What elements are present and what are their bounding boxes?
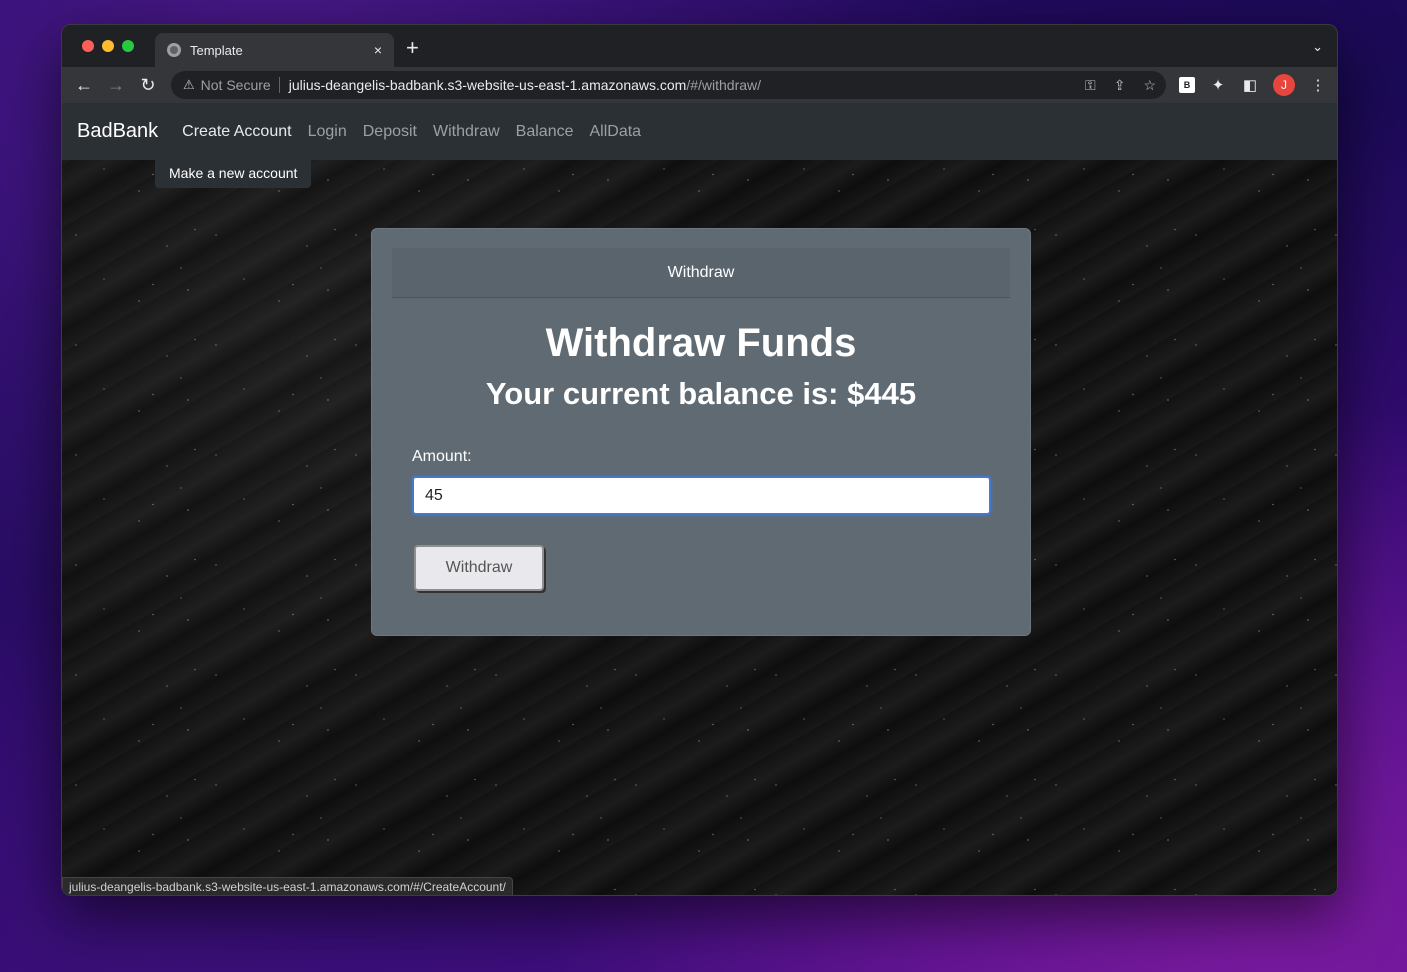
- nav-deposit[interactable]: Deposit: [363, 123, 417, 141]
- app-navbar: BadBank Create Account Login Deposit Wit…: [62, 103, 1337, 160]
- nav-withdraw[interactable]: Withdraw: [433, 123, 500, 141]
- address-bar[interactable]: ⚠ Not Secure julius-deangelis-badbank.s3…: [171, 71, 1166, 99]
- side-panel-icon[interactable]: ◧: [1241, 76, 1259, 94]
- puzzle-extensions-icon[interactable]: ✦: [1209, 76, 1227, 94]
- browser-toolbar: ← → ↻ ⚠ Not Secure julius-deangelis-badb…: [62, 67, 1337, 103]
- tab-strip: Template × + ⌄: [62, 25, 1337, 67]
- page-viewport: BadBank Create Account Login Deposit Wit…: [62, 103, 1337, 895]
- omnibox-divider: [278, 77, 280, 93]
- tab-search-icon[interactable]: ⌄: [1312, 39, 1323, 55]
- withdraw-button[interactable]: Withdraw: [414, 545, 544, 591]
- nav-login[interactable]: Login: [308, 123, 347, 141]
- back-arrow-icon[interactable]: ←: [68, 75, 100, 96]
- url-host[interactable]: julius-deangelis-badbank.s3-website-us-e…: [289, 77, 687, 93]
- window-controls: [82, 40, 134, 52]
- tab-close-icon[interactable]: ×: [374, 42, 382, 58]
- warning-icon[interactable]: ⚠: [183, 77, 195, 93]
- share-icon[interactable]: ⇪: [1114, 77, 1126, 94]
- close-window-button[interactable]: [82, 40, 94, 52]
- tab-title: Template: [190, 42, 243, 58]
- forward-arrow-icon[interactable]: →: [100, 75, 132, 96]
- not-secure-label[interactable]: Not Secure: [201, 77, 271, 93]
- amount-label: Amount:: [412, 448, 472, 465]
- bookmark-star-icon[interactable]: ☆: [1143, 77, 1156, 94]
- url-path[interactable]: /#/withdraw/: [686, 77, 761, 93]
- extension-b-icon[interactable]: B: [1179, 77, 1195, 93]
- card-header: Withdraw: [392, 248, 1010, 298]
- browser-tab[interactable]: Template ×: [155, 33, 394, 67]
- extension-toolbar: B ✦ ◧ J ⋮: [1179, 67, 1327, 103]
- new-tab-button[interactable]: +: [406, 37, 419, 59]
- status-bar-url: julius-deangelis-badbank.s3-website-us-e…: [62, 877, 513, 895]
- balance-text: Your current balance is: $445: [485, 376, 917, 411]
- profile-avatar[interactable]: J: [1273, 74, 1295, 96]
- nav-alldata[interactable]: AllData: [590, 123, 642, 141]
- nav-create-account[interactable]: Create Account: [182, 123, 291, 141]
- key-icon[interactable]: ⚿: [1085, 77, 1096, 94]
- brand-link[interactable]: BadBank: [77, 120, 158, 143]
- browser-window: Template × + ⌄ ← → ↻ ⚠ Not Secure julius…: [61, 24, 1338, 896]
- card-title: Withdraw Funds: [545, 321, 857, 365]
- minimize-window-button[interactable]: [102, 40, 114, 52]
- globe-icon: [167, 43, 181, 57]
- maximize-window-button[interactable]: [122, 40, 134, 52]
- omnibox-actions: ⚿ ⇪ ☆: [1085, 77, 1156, 94]
- nav-balance[interactable]: Balance: [516, 123, 574, 141]
- amount-input[interactable]: [412, 476, 991, 515]
- reload-icon[interactable]: ↻: [132, 75, 164, 96]
- more-menu-icon[interactable]: ⋮: [1309, 76, 1327, 94]
- nav-tooltip: Make a new account: [155, 160, 312, 188]
- withdraw-card: Withdraw Withdraw Funds Your current bal…: [371, 228, 1031, 636]
